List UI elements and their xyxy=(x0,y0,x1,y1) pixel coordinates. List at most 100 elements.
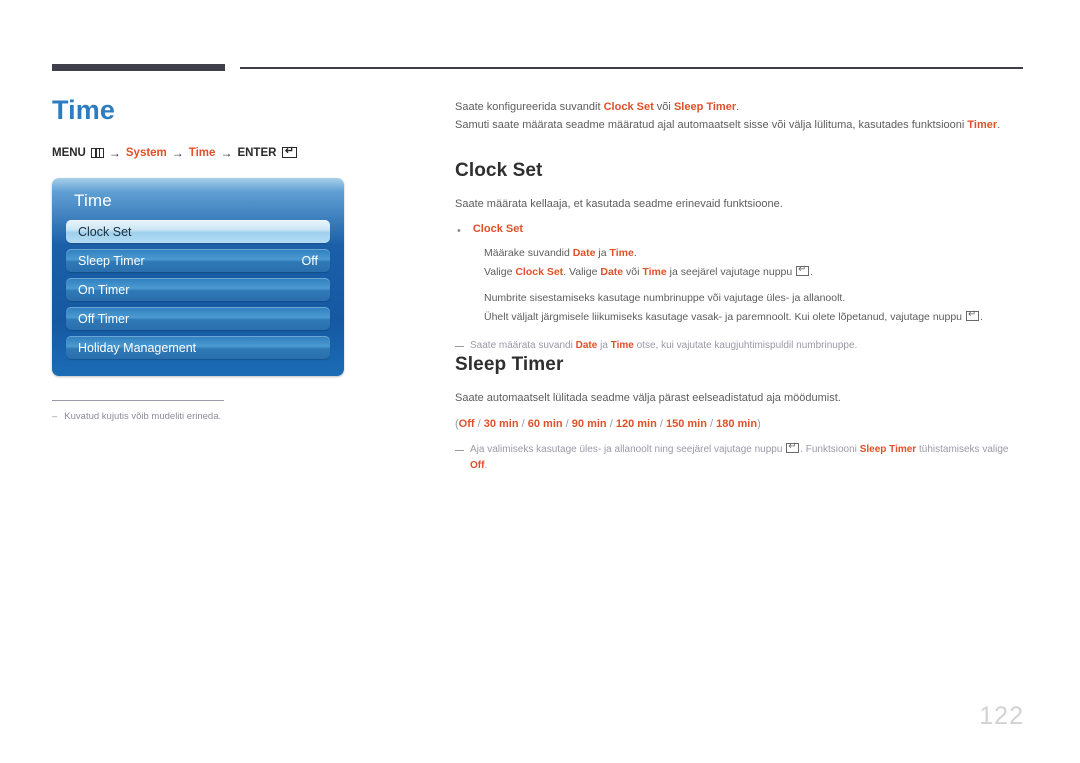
option-30-min: 30 min xyxy=(483,417,519,430)
text: Ühelt väljalt järgmisele liikumiseks kas… xyxy=(484,311,965,324)
footnote-text: Kuvatud kujutis võib mudeliti erineda. xyxy=(64,411,222,422)
text: Aja valimiseks kasutage üles- ja allanoo… xyxy=(470,443,786,455)
clock-set-note: Saate määrata suvandi Date ja Time otse,… xyxy=(455,338,1025,354)
options-separator: / xyxy=(518,417,528,430)
text: Määrake suvandid xyxy=(484,247,573,260)
options-list: Off / 30 min / 60 min / 90 min / 120 min… xyxy=(459,418,757,430)
text: ja xyxy=(595,247,610,260)
manual-page: Time MENU → System → Time → ENTER ↵ Time… xyxy=(0,0,1080,763)
highlight-sleep-timer: Sleep Timer xyxy=(859,443,917,455)
highlight-time: Time xyxy=(609,247,634,260)
breadcrumb: MENU → System → Time → ENTER ↵ xyxy=(52,146,392,160)
intro-text: . xyxy=(997,119,1001,132)
options-separator: / xyxy=(562,417,572,430)
option-120-min: 120 min xyxy=(615,417,657,430)
clock-set-line-4: Ühelt väljalt järgmisele liikumiseks kas… xyxy=(484,309,1025,326)
text: . xyxy=(484,459,488,471)
options-close-paren: ) xyxy=(757,417,761,430)
osd-item-label: Off Timer xyxy=(78,311,130,326)
note-dash-icon xyxy=(455,449,464,451)
option-off: Off xyxy=(458,417,475,430)
intro-line-2: Samuti saate määrata seadme määratud aja… xyxy=(455,116,1025,134)
osd-item-label: On Timer xyxy=(78,282,130,297)
text: tühistamiseks valige xyxy=(916,443,1009,455)
option-60-min: 60 min xyxy=(527,417,563,430)
breadcrumb-enter-label: ENTER xyxy=(237,146,277,159)
menu-grid-icon xyxy=(90,147,104,158)
osd-item-clock-set[interactable]: Clock Set xyxy=(66,220,330,243)
highlight-date: Date xyxy=(572,247,596,260)
left-footnote: – Kuvatud kujutis võib mudeliti erineda. xyxy=(52,411,352,422)
osd-item-on-timer[interactable]: On Timer xyxy=(66,278,330,301)
intro-highlight-sleep-timer: Sleep Timer xyxy=(673,101,737,113)
intro-line-1: Saate konfigureerida suvandit Clock Set … xyxy=(455,98,1025,116)
clock-set-line-1: Määrake suvandid Date ja Time. xyxy=(484,245,1025,262)
text: . xyxy=(979,311,983,324)
osd-item-label: Clock Set xyxy=(78,224,132,239)
page-title: Time xyxy=(52,95,115,125)
clock-set-description: Saate määrata kellaaja, et kasutada sead… xyxy=(455,198,783,211)
highlight-time: Time xyxy=(610,340,634,352)
right-column: Saate konfigureerida suvandit Clock Set … xyxy=(455,98,1025,474)
text: . xyxy=(810,266,814,279)
intro-highlight-clock-set: Clock Set xyxy=(603,101,654,113)
bullet-dot-icon: • xyxy=(457,224,461,237)
section-heading-sleep-timer: Sleep Timer xyxy=(455,354,564,376)
clock-set-bullet-label: Clock Set xyxy=(472,222,523,235)
osd-menu-panel: Time Clock Set Sleep Timer Off On Timer … xyxy=(52,178,344,376)
header-rule-thin xyxy=(240,67,1023,69)
option-180-min: 180 min xyxy=(716,417,758,430)
footnote-dash: – xyxy=(52,411,58,422)
osd-item-sleep-timer[interactable]: Sleep Timer Off xyxy=(66,249,330,272)
highlight-date: Date xyxy=(575,340,598,352)
highlight-date: Date xyxy=(600,266,624,279)
sleep-timer-options: (Off / 30 min / 60 min / 90 min / 120 mi… xyxy=(455,418,1025,430)
option-90-min: 90 min xyxy=(571,417,607,430)
text: ja seejärel vajutage nuppu xyxy=(666,266,796,279)
text: otse, kui vajutate kaugjuhtimispuldil nu… xyxy=(633,340,858,352)
text: . xyxy=(633,247,637,260)
highlight-time: Time xyxy=(642,266,667,279)
clock-set-line-3: Numbrite sisestamiseks kasutage numbrinu… xyxy=(484,292,846,305)
intro-paragraph: Saate konfigureerida suvandit Clock Set … xyxy=(455,98,1025,134)
breadcrumb-step-system: System xyxy=(125,146,167,159)
osd-item-value: Off xyxy=(301,253,318,268)
header-rule-thick xyxy=(52,64,225,71)
intro-highlight-timer: Timer xyxy=(967,119,998,132)
osd-item-off-timer[interactable]: Off Timer xyxy=(66,307,330,330)
options-separator: / xyxy=(474,417,484,430)
text: . Valige xyxy=(563,266,601,279)
intro-text: või xyxy=(653,101,674,113)
osd-title: Time xyxy=(74,191,112,210)
page-number: 122 xyxy=(979,702,1024,730)
text: ja xyxy=(597,340,611,352)
breadcrumb-menu-label: MENU xyxy=(52,146,86,159)
osd-item-label: Holiday Management xyxy=(78,340,197,355)
option-150-min: 150 min xyxy=(665,417,707,430)
footnote-rule xyxy=(52,400,224,401)
options-separator: / xyxy=(656,417,666,430)
text: . Funktsiooni xyxy=(800,443,860,455)
enter-return-icon: ↵ xyxy=(796,265,810,277)
breadcrumb-arrow-2: → xyxy=(171,145,184,160)
osd-item-holiday-management[interactable]: Holiday Management xyxy=(66,336,330,359)
enter-return-icon: ↵ xyxy=(786,441,800,453)
enter-return-icon: ↵ xyxy=(282,146,298,159)
highlight-clock-set: Clock Set xyxy=(515,266,564,279)
text: Valige xyxy=(484,266,516,279)
intro-text: Samuti saate määrata seadme määratud aja… xyxy=(455,119,968,132)
sleep-timer-description: Saate automaatselt lülitada seadme välja… xyxy=(455,392,841,405)
text: või xyxy=(623,266,643,279)
highlight-off: Off xyxy=(470,459,485,471)
section-heading-clock-set: Clock Set xyxy=(455,160,543,182)
clock-set-bullet: • Clock Set xyxy=(457,223,1025,240)
left-column: Time MENU → System → Time → ENTER ↵ xyxy=(52,95,392,176)
breadcrumb-arrow-3: → xyxy=(220,145,233,160)
breadcrumb-arrow-1: → xyxy=(108,145,121,160)
osd-menu-list: Clock Set Sleep Timer Off On Timer Off T… xyxy=(66,220,330,359)
options-separator: / xyxy=(606,417,616,430)
clock-set-details: Määrake suvandid Date ja Time. Valige Cl… xyxy=(484,245,1025,326)
note-text: Aja valimiseks kasutage üles- ja allanoo… xyxy=(470,441,1025,474)
note-text: Saate määrata suvandi Date ja Time otse,… xyxy=(470,338,1025,354)
clock-set-line-2: Valige Clock Set. Valige Date või Time j… xyxy=(484,264,1025,281)
